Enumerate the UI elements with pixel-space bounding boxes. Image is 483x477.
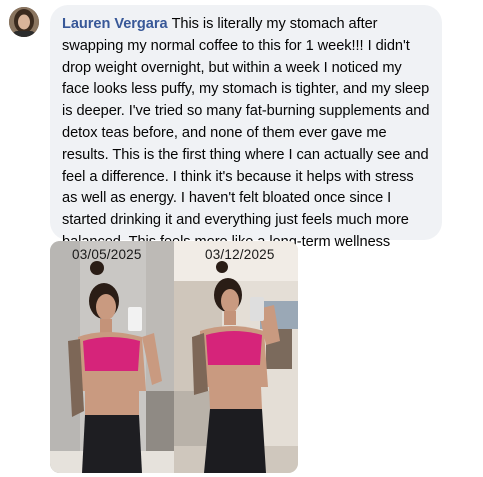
- before-photo-image: [50, 241, 174, 473]
- after-photo-image: [174, 241, 298, 473]
- after-date-label: 03/12/2025: [205, 247, 275, 262]
- comment-author-name[interactable]: Lauren Vergara: [62, 16, 168, 32]
- after-photo: 03/12/2025: [174, 241, 298, 473]
- before-photo: 03/05/2025: [50, 241, 174, 473]
- comment-bubble: Lauren Vergara This is literally my stoma…: [50, 5, 442, 272]
- comment-text: This is literally my stomach after swapp…: [62, 16, 430, 272]
- commenter-avatar[interactable]: [9, 7, 39, 37]
- comment-body: Lauren Vergara This is literally my stoma…: [62, 14, 430, 276]
- before-date-label: 03/05/2025: [72, 247, 142, 262]
- before-after-photo[interactable]: 03/05/2025 03/12/2025: [50, 241, 298, 473]
